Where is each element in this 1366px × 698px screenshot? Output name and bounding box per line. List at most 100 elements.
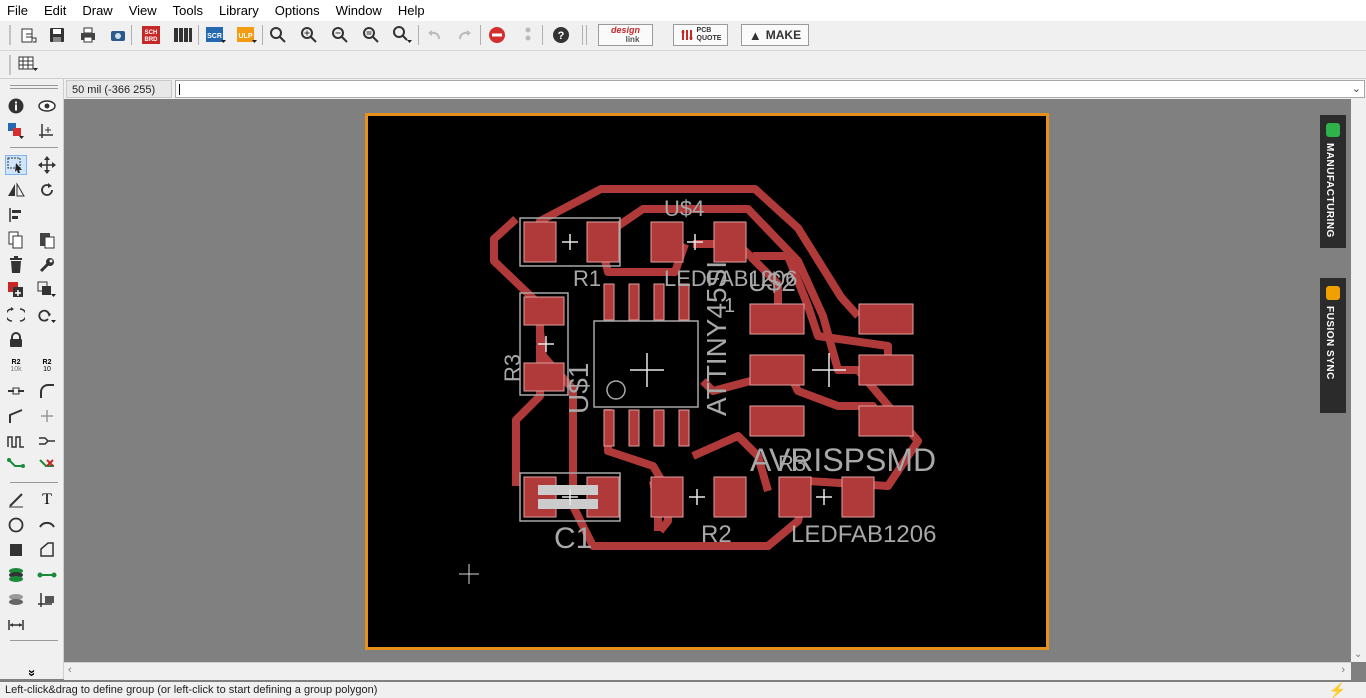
mark-icon[interactable]	[36, 121, 58, 141]
scroll-right-icon[interactable]: ›	[1341, 664, 1345, 676]
label-u2: U$2	[748, 267, 796, 297]
info-icon[interactable]	[5, 96, 27, 116]
via-icon[interactable]	[5, 565, 27, 585]
undo-icon[interactable]	[423, 24, 445, 46]
mirror-icon[interactable]	[5, 180, 27, 200]
palette-separator	[10, 482, 58, 483]
group-icon[interactable]	[5, 155, 27, 175]
menu-file[interactable]: File	[0, 0, 36, 21]
menu-library[interactable]: Library	[211, 0, 267, 21]
fusion-sync-panel-tab[interactable]: FUSION SYNC	[1320, 278, 1346, 413]
split-icon[interactable]	[5, 381, 27, 401]
replace-icon[interactable]	[36, 280, 58, 300]
smash-icon[interactable]: R2 10k	[5, 356, 27, 376]
command-input[interactable]: ⌄	[175, 80, 1365, 98]
signal-icon[interactable]	[36, 565, 58, 585]
go-icon[interactable]	[517, 24, 539, 46]
menu-options[interactable]: Options	[267, 0, 328, 21]
route-icon[interactable]	[5, 456, 27, 476]
manufacturing-label: MANUFACTURING	[1324, 143, 1335, 238]
collapse-palette-icon[interactable]: »	[23, 662, 43, 684]
horizontal-scrollbar[interactable]: ‹ ›	[64, 662, 1351, 680]
run-script-icon[interactable]: SCR	[205, 24, 227, 46]
sch-brd-switch-icon[interactable]: SCH BRD	[140, 24, 162, 46]
ripup-icon[interactable]	[36, 456, 58, 476]
scroll-down-icon[interactable]: ⌄	[1354, 649, 1362, 660]
label-r3: R3	[500, 354, 525, 382]
pcb-board[interactable]: U$4 R1 LEDFAB1206 U$2 ATTINY45SI 1 U$1 R…	[365, 113, 1049, 650]
scroll-left-icon[interactable]: ‹	[68, 664, 72, 676]
align-icon[interactable]	[5, 205, 27, 225]
copy-icon[interactable]	[5, 230, 27, 250]
value-icon[interactable]: R2 10	[36, 356, 58, 376]
fusion-sync-label: FUSION SYNC	[1324, 306, 1335, 380]
menu-help[interactable]: Help	[390, 0, 433, 21]
lock-icon[interactable]	[5, 330, 27, 350]
value-label-value: 10	[43, 366, 51, 373]
hole-icon[interactable]	[5, 590, 27, 610]
label-one: 1	[724, 295, 735, 317]
pcb-quote-button[interactable]: PCB QUOTE	[673, 24, 728, 46]
optimize-icon[interactable]	[36, 406, 58, 426]
zoom-in-icon[interactable]	[298, 24, 320, 46]
toolbar-grip	[9, 55, 11, 75]
add-icon[interactable]	[5, 280, 27, 300]
make-button[interactable]: ▲ MAKE	[741, 24, 809, 46]
polygon-icon[interactable]	[36, 540, 58, 560]
separator	[480, 25, 481, 45]
smash-label-name: R2	[11, 359, 21, 366]
rotate-icon[interactable]	[36, 180, 58, 200]
dimension-icon[interactable]	[5, 615, 27, 635]
delete-icon[interactable]	[5, 255, 27, 275]
design-link-button[interactable]: design link	[598, 24, 653, 46]
slice-icon[interactable]	[5, 406, 27, 426]
zoom-redraw-icon[interactable]	[360, 24, 382, 46]
route-diff-pair-icon[interactable]	[36, 431, 58, 451]
cam-icon[interactable]	[107, 24, 129, 46]
zoom-select-icon[interactable]	[392, 24, 414, 46]
menu-tools[interactable]: Tools	[165, 0, 211, 21]
layer-settings-icon[interactable]	[5, 121, 27, 141]
menu-view[interactable]: View	[121, 0, 165, 21]
menu-draw[interactable]: Draw	[74, 0, 120, 21]
swap-icon[interactable]	[5, 305, 27, 325]
attribute-icon[interactable]	[36, 590, 58, 610]
stop-icon[interactable]	[486, 24, 508, 46]
lightning-icon[interactable]: ⚡	[1329, 682, 1346, 698]
show-icon[interactable]	[36, 96, 58, 116]
label-r3b: R3	[778, 451, 806, 476]
svg-text:BRD: BRD	[145, 37, 159, 43]
command-history-dropdown-icon[interactable]: ⌄	[1352, 82, 1361, 95]
grid-icon[interactable]	[17, 53, 39, 75]
circle-icon[interactable]	[5, 515, 27, 535]
rectangle-icon[interactable]	[5, 540, 27, 560]
palette-grip	[10, 85, 58, 86]
separator	[131, 25, 132, 45]
meander-icon[interactable]	[5, 431, 27, 451]
open-icon[interactable]	[18, 24, 40, 46]
redo-icon[interactable]	[454, 24, 476, 46]
separator	[418, 25, 419, 45]
library-icon[interactable]	[172, 24, 194, 46]
text-icon[interactable]: T	[36, 490, 58, 510]
label-attiny: ATTINY45SI	[701, 261, 732, 416]
change-icon[interactable]	[36, 305, 58, 325]
vertical-scrollbar[interactable]: ⌄	[1351, 99, 1366, 662]
run-ulp-icon[interactable]: ULP	[236, 24, 258, 46]
move-icon[interactable]	[36, 155, 58, 175]
help-icon[interactable]: ?	[550, 24, 572, 46]
manufacturing-panel-tab[interactable]: MANUFACTURING	[1320, 115, 1346, 248]
menu-bar: File Edit Draw View Tools Library Option…	[0, 0, 1366, 21]
properties-wrench-icon[interactable]	[36, 255, 58, 275]
save-icon[interactable]	[46, 24, 68, 46]
paste-icon[interactable]	[36, 230, 58, 250]
wire-icon[interactable]	[5, 490, 27, 510]
design-link-bottom: link	[625, 35, 640, 44]
arc-icon[interactable]	[36, 515, 58, 535]
miter-icon[interactable]	[36, 381, 58, 401]
menu-edit[interactable]: Edit	[36, 0, 74, 21]
zoom-out-icon[interactable]	[329, 24, 351, 46]
print-icon[interactable]	[77, 24, 99, 46]
zoom-fit-icon[interactable]	[267, 24, 289, 46]
menu-window[interactable]: Window	[328, 0, 390, 21]
